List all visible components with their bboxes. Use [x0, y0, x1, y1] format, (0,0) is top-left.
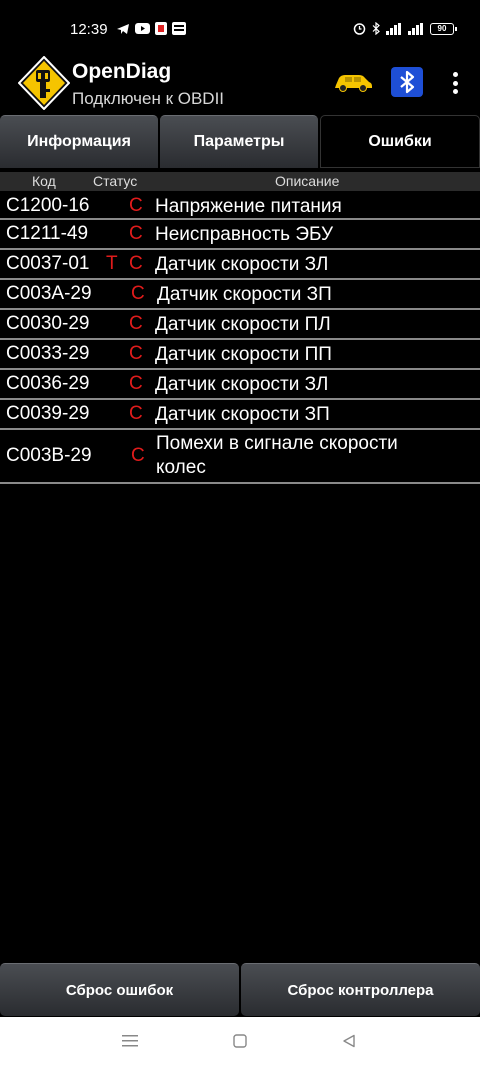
error-description: Датчик скорости ЗП [155, 404, 330, 425]
error-status: C [129, 223, 143, 244]
error-status-t: T [106, 253, 118, 274]
recents-menu-icon[interactable] [122, 1034, 138, 1048]
overflow-menu-icon[interactable] [447, 68, 463, 98]
header-status: Статус [93, 173, 138, 189]
error-description: Датчик скорости ПЛ [155, 314, 331, 335]
error-code: C0036-29 [6, 373, 90, 394]
error-code: C1211-49 [6, 223, 89, 244]
home-icon[interactable] [233, 1034, 247, 1048]
bluetooth-button[interactable] [391, 67, 423, 97]
error-code: C0030-29 [6, 313, 90, 334]
connection-status: Подключен к OBDII [72, 89, 225, 108]
app-title: OpenDiag [72, 60, 172, 83]
error-status: C [129, 403, 143, 424]
error-status: C [129, 343, 143, 364]
table-row[interactable]: C1200-16 C Напряжение питания [0, 192, 480, 220]
error-code: C0033-29 [6, 343, 90, 364]
error-code: C0039-29 [6, 403, 90, 424]
telegram-icon [117, 23, 129, 34]
reset-errors-button[interactable]: Сброс ошибок [0, 963, 239, 1016]
table-row[interactable]: C003A-29 C Датчик скорости ЗП [0, 280, 480, 310]
error-description: Неисправность ЭБУ [155, 224, 334, 245]
system-nav-bar [0, 1017, 480, 1067]
table-row[interactable]: C0037-01 T C Датчик скорости ЗЛ [0, 250, 480, 280]
tab-bar: Информация Параметры Ошибки [0, 115, 480, 168]
error-description: Датчик скорости ЗЛ [155, 374, 329, 395]
signal-4g-icon [386, 22, 401, 35]
error-status: C [131, 445, 145, 466]
tab-information[interactable]: Информация [0, 115, 158, 168]
table-row[interactable]: C0033-29 C Датчик скорости ПП [0, 340, 480, 370]
tab-parameters[interactable]: Параметры [160, 115, 318, 168]
error-status: C [129, 373, 143, 394]
table-row[interactable]: C0030-29 C Датчик скорости ПЛ [0, 310, 480, 340]
header-code: Код [32, 173, 56, 189]
reset-controller-button[interactable]: Сброс контроллера [241, 963, 480, 1016]
status-time: 12:39 [70, 21, 108, 38]
car-icon[interactable] [333, 70, 373, 94]
youtube-icon [135, 23, 150, 34]
bluetooth-status-icon [372, 22, 380, 35]
bottom-actions: Сброс ошибок Сброс контроллера [0, 963, 480, 1016]
shield-app-icon [155, 22, 167, 35]
error-status: C [129, 313, 143, 334]
bluetooth-icon [400, 70, 415, 94]
error-status: C [131, 283, 145, 304]
system-icons: 90 [353, 22, 457, 35]
alarm-icon [353, 23, 366, 35]
tab-errors[interactable]: Ошибки [320, 115, 480, 168]
table-row[interactable]: C0039-29 C Датчик скорости ЗП [0, 400, 480, 430]
table-row[interactable]: C1211-49 C Неисправность ЭБУ [0, 220, 480, 250]
error-description: Датчик скорости ЗП [157, 284, 332, 305]
error-description: Датчик скорости ЗЛ [155, 254, 329, 275]
app-bar: OpenDiag Подключен к OBDII [0, 52, 480, 114]
error-status: C [129, 195, 143, 216]
table-header: Код Статус Описание [0, 172, 480, 191]
header-description: Описание [275, 173, 340, 189]
status-bar: 12:39 90 [0, 0, 480, 52]
error-code: C003A-29 [6, 283, 92, 304]
error-description: Помехи в сигнале скорости колес [156, 433, 398, 478]
table-row[interactable]: C0036-29 C Датчик скорости ЗЛ [0, 370, 480, 400]
error-code: C003B-29 [6, 445, 92, 466]
opendiag-logo-icon [18, 56, 70, 110]
error-list: C1200-16 C Напряжение питания C1211-49 C… [0, 192, 480, 484]
back-icon[interactable] [342, 1034, 356, 1048]
notification-icons [116, 22, 186, 35]
signal-icon [408, 22, 423, 35]
news-app-icon [172, 22, 186, 35]
error-description: Датчик скорости ПП [155, 344, 332, 365]
error-code: C0037-01 [6, 253, 90, 274]
error-status: C [129, 253, 143, 274]
error-code: C1200-16 [6, 195, 90, 216]
table-row[interactable]: C003B-29 C Помехи в сигнале скорости кол… [0, 430, 480, 484]
error-description: Напряжение питания [155, 196, 342, 217]
battery-icon: 90 [430, 22, 457, 35]
